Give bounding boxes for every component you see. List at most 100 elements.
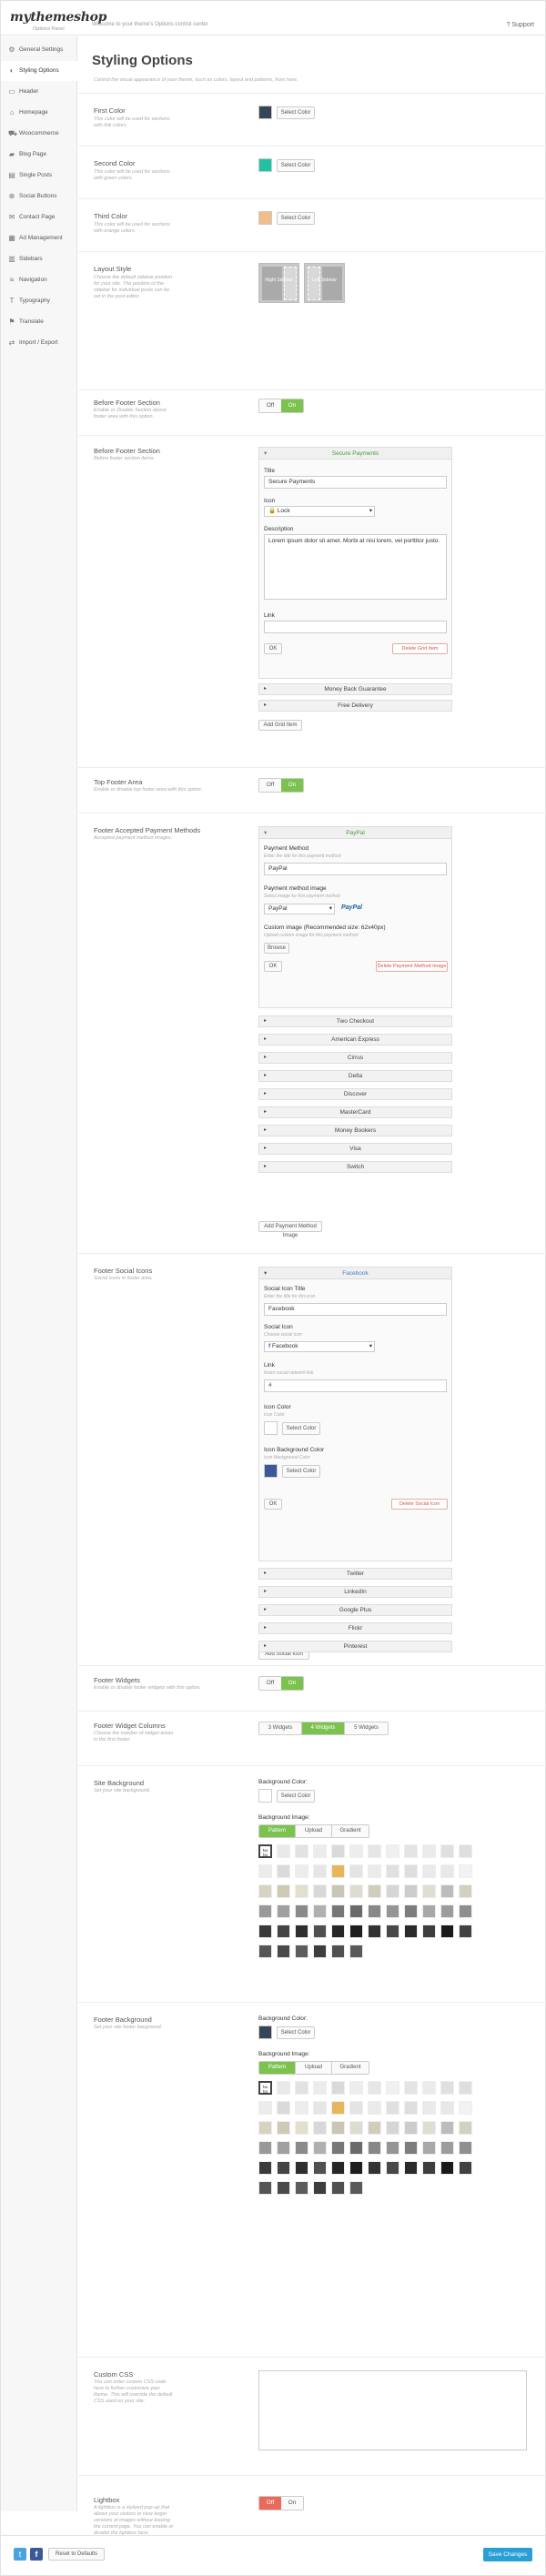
payment-image-select[interactable]: PayPal ▾ xyxy=(264,904,335,914)
pattern-tile[interactable]: No bg xyxy=(258,2081,272,2095)
sidebar-item[interactable]: ▰ Blog Page xyxy=(1,145,77,165)
bg-image-tab[interactable]: Upload xyxy=(296,1825,332,1837)
ok-button[interactable]: OK xyxy=(264,1499,282,1510)
pattern-tile[interactable] xyxy=(368,2101,381,2115)
pattern-tile[interactable] xyxy=(313,2101,327,2115)
pattern-tile[interactable] xyxy=(459,2081,472,2095)
pattern-tile[interactable] xyxy=(386,1864,399,1878)
pattern-tile[interactable] xyxy=(349,1945,363,1958)
pattern-tile[interactable] xyxy=(386,1884,399,1898)
pattern-tile[interactable] xyxy=(404,2101,418,2115)
pattern-tile[interactable] xyxy=(349,2101,363,2115)
pattern-tile[interactable] xyxy=(313,1844,327,1858)
pattern-tile[interactable] xyxy=(313,2121,327,2135)
pattern-tile[interactable] xyxy=(295,1924,308,1938)
pattern-tile[interactable] xyxy=(349,2121,363,2135)
payment-method-input[interactable]: PayPal xyxy=(264,863,447,875)
pattern-tile[interactable] xyxy=(331,2141,345,2155)
sidebar-item[interactable]: ▭ Header xyxy=(1,82,77,102)
pattern-tile[interactable] xyxy=(277,2101,290,2115)
second-color-select-button[interactable]: Select Color xyxy=(277,159,315,172)
pattern-tile[interactable] xyxy=(459,2101,472,2115)
pattern-tile[interactable] xyxy=(313,1924,327,1938)
second-color-swatch[interactable] xyxy=(258,158,272,172)
sidebar-item[interactable]: ◐ Styling Options xyxy=(1,61,77,81)
social-link-input[interactable]: # xyxy=(264,1379,447,1392)
pattern-tile[interactable] xyxy=(368,2161,381,2175)
before-footer-toggle[interactable]: Off On xyxy=(258,399,304,413)
widget-columns-option[interactable]: 3 Widgets xyxy=(259,1722,302,1734)
pattern-tile[interactable] xyxy=(440,1844,454,1858)
pattern-tile[interactable] xyxy=(258,1864,272,1878)
pattern-tile[interactable] xyxy=(404,1924,418,1938)
pattern-tile[interactable] xyxy=(404,1884,418,1898)
add-grid-item-button[interactable]: Add Grid Item xyxy=(258,720,302,731)
title-input[interactable]: Secure Payments xyxy=(264,476,447,489)
pattern-tile[interactable] xyxy=(422,1844,436,1858)
pattern-tile[interactable] xyxy=(313,1945,327,1958)
sidebar-item[interactable]: ⚙ General Settings xyxy=(1,40,77,60)
description-textarea[interactable]: Lorem ipsum dolor sit amet. Morbi at nis… xyxy=(264,534,447,600)
collapsed-item[interactable]: ▸ LinkedIn xyxy=(258,1586,452,1598)
pattern-tile[interactable] xyxy=(295,2101,308,2115)
pattern-tile[interactable] xyxy=(386,2161,399,2175)
pattern-tile[interactable] xyxy=(440,2121,454,2135)
pattern-tile[interactable] xyxy=(331,1884,345,1898)
top-footer-toggle[interactable]: Off On xyxy=(258,778,304,793)
pattern-tile[interactable] xyxy=(404,2161,418,2175)
pattern-tile[interactable] xyxy=(422,2121,436,2135)
pattern-tile[interactable] xyxy=(258,2181,272,2195)
delete-payment-image-button[interactable]: Delete Payment Method Image xyxy=(376,961,448,972)
bg-image-tab[interactable]: Gradient xyxy=(332,1825,369,1837)
pattern-tile[interactable] xyxy=(422,1904,436,1918)
layout-right-sidebar-option[interactable]: Right Sidebar xyxy=(258,263,299,303)
social-item-header[interactable]: ▾ Facebook xyxy=(259,1268,451,1279)
collapsed-item[interactable]: ▸ Money Bookers xyxy=(258,1125,452,1136)
pattern-tile[interactable] xyxy=(331,2121,345,2135)
collapsed-item[interactable]: ▸ Google Plus xyxy=(258,1604,452,1616)
collapsed-item[interactable]: ▸ Twitter xyxy=(258,1568,452,1580)
sidebar-item[interactable]: ⌂ Homepage xyxy=(1,103,77,123)
pattern-tile[interactable] xyxy=(258,1904,272,1918)
footer-widgets-toggle[interactable]: Off On xyxy=(258,1676,304,1691)
collapsed-item[interactable]: ▸ Discover xyxy=(258,1088,452,1100)
pattern-tile[interactable] xyxy=(295,2081,308,2095)
ok-button[interactable]: OK xyxy=(264,643,282,654)
pattern-tile[interactable] xyxy=(277,1844,290,1858)
site-bg-image-tabs[interactable]: Pattern Upload Gradient xyxy=(258,1824,369,1838)
third-color-select-button[interactable]: Select Color xyxy=(277,212,315,225)
pattern-tile[interactable] xyxy=(295,2121,308,2135)
bg-image-tab[interactable]: Pattern xyxy=(259,2062,296,2074)
collapsed-item[interactable]: ▸ American Express xyxy=(258,1034,452,1046)
sidebar-item[interactable]: ≡ Navigation xyxy=(1,270,77,290)
payment-item-header[interactable]: ▾ PayPal xyxy=(259,827,451,839)
pattern-tile[interactable] xyxy=(313,2181,327,2195)
pattern-tile[interactable] xyxy=(440,2161,454,2175)
pattern-tile[interactable] xyxy=(277,1945,290,1958)
pattern-tile[interactable] xyxy=(331,2161,345,2175)
pattern-tile[interactable] xyxy=(349,1864,363,1878)
pattern-tile[interactable] xyxy=(258,1924,272,1938)
custom-css-textarea[interactable] xyxy=(258,2370,527,2450)
pattern-tile[interactable] xyxy=(404,2141,418,2155)
pattern-tile[interactable] xyxy=(386,2121,399,2135)
collapsed-item[interactable]: ▸ MasterCard xyxy=(258,1106,452,1118)
widget-columns-option[interactable]: 5 Widgets xyxy=(345,1722,388,1734)
pattern-tile[interactable] xyxy=(277,2081,290,2095)
support-link[interactable]: ? Support xyxy=(507,22,534,28)
pattern-tile[interactable] xyxy=(331,1904,345,1918)
lightbox-toggle[interactable]: Off On xyxy=(258,2496,304,2510)
toggle-off[interactable]: Off xyxy=(259,2497,281,2510)
pattern-tile[interactable] xyxy=(422,2141,436,2155)
pattern-tile[interactable] xyxy=(313,2081,327,2095)
pattern-tile[interactable] xyxy=(349,2181,363,2195)
pattern-tile[interactable] xyxy=(295,1904,308,1918)
pattern-tile[interactable] xyxy=(295,2161,308,2175)
pattern-tile[interactable] xyxy=(440,1924,454,1938)
pattern-tile[interactable] xyxy=(459,2161,472,2175)
sidebar-item[interactable]: ⚑ Translate xyxy=(1,312,77,332)
icon-bg-color-swatch[interactable] xyxy=(264,1464,278,1478)
pattern-tile[interactable] xyxy=(313,1884,327,1898)
pattern-tile[interactable] xyxy=(459,1904,472,1918)
pattern-tile[interactable] xyxy=(331,2101,345,2115)
